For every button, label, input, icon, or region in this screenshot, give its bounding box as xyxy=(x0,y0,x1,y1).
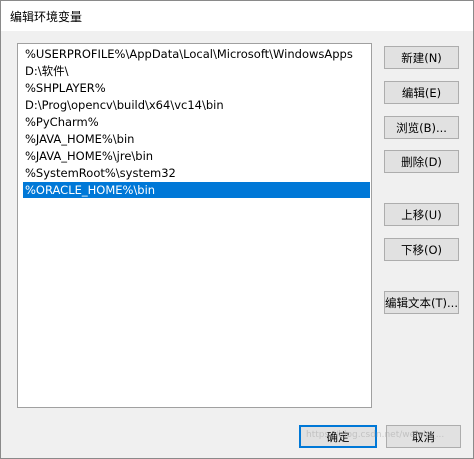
new-button[interactable]: 新建(N) xyxy=(384,46,459,69)
dialog-title: 编辑环境变量 xyxy=(1,1,473,31)
list-item[interactable]: D:\Prog\opencv\build\x64\vc14\bin xyxy=(23,97,370,113)
move-down-button[interactable]: 下移(O) xyxy=(384,238,459,261)
list-item[interactable]: %PyCharm% xyxy=(23,114,370,130)
edit-text-button[interactable]: 编辑文本(T)... xyxy=(384,291,459,314)
list-item[interactable]: %JAVA_HOME%\bin xyxy=(23,131,370,147)
move-up-button[interactable]: 上移(U) xyxy=(384,203,459,226)
list-item[interactable]: %USERPROFILE%\AppData\Local\Microsoft\Wi… xyxy=(23,46,370,62)
edit-button[interactable]: 编辑(E) xyxy=(384,81,459,104)
cancel-button[interactable]: 取消 xyxy=(386,425,461,448)
list-item-selected[interactable]: %ORACLE_HOME%\bin xyxy=(23,182,370,198)
list-item[interactable]: %JAVA_HOME%\jre\bin xyxy=(23,148,370,164)
path-list[interactable]: %USERPROFILE%\AppData\Local\Microsoft\Wi… xyxy=(17,43,372,408)
edit-env-var-dialog: 编辑环境变量 %USERPROFILE%\AppData\Local\Micro… xyxy=(0,0,474,459)
list-item[interactable]: %SystemRoot%\system32 xyxy=(23,165,370,181)
delete-button[interactable]: 删除(D) xyxy=(384,150,459,173)
list-item[interactable]: D:\软件\ xyxy=(23,63,370,79)
list-item[interactable]: %SHPLAYER% xyxy=(23,80,370,96)
browse-button[interactable]: 浏览(B)... xyxy=(384,116,459,139)
ok-button[interactable]: 确定 xyxy=(299,425,377,448)
